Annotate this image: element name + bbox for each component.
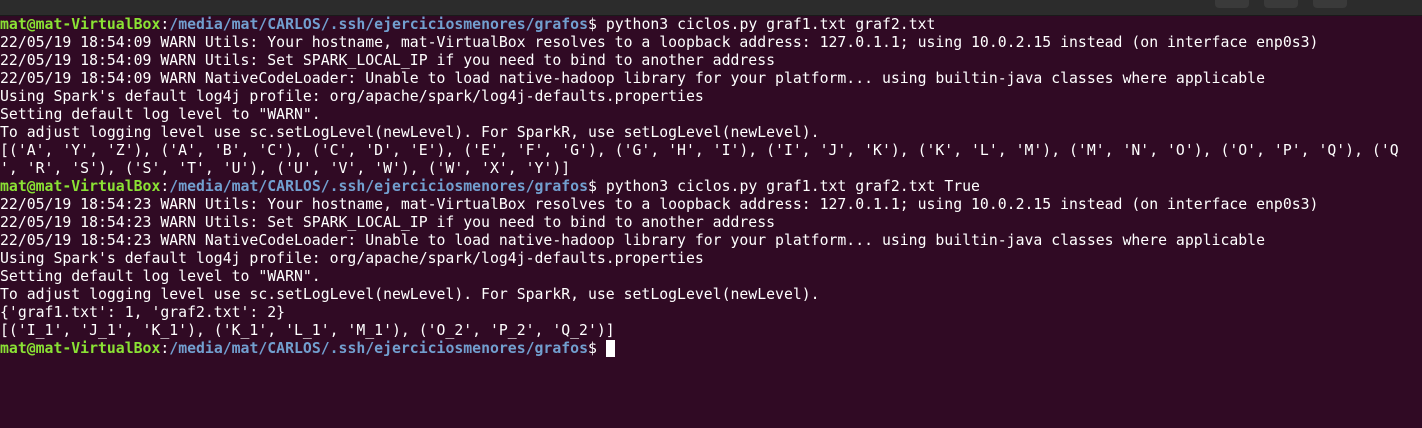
prompt-user-host: mat@mat-VirtualBox	[0, 340, 161, 357]
output-line: 22/05/19 18:54:23 WARN NativeCodeLoader:…	[0, 232, 1266, 249]
prompt-colon: :	[160, 178, 170, 195]
prompt-colon: :	[160, 340, 170, 357]
output-line: Setting default log level to "WARN".	[0, 268, 321, 285]
output-line: To adjust logging level use sc.setLogLev…	[0, 124, 820, 141]
prompt-line: mat@mat-VirtualBox:/media/mat/CARLOS/.ss…	[0, 16, 1414, 34]
output-line: 22/05/19 18:54:09 WARN Utils: Set SPARK_…	[0, 52, 776, 69]
output-line: 22/05/19 18:54:09 WARN NativeCodeLoader:…	[0, 70, 1266, 87]
maximize-button[interactable]	[1264, 0, 1298, 8]
output-line: [('I_1', 'J_1', 'K_1'), ('K_1', 'L_1', '…	[0, 322, 615, 339]
prompt-symbol: $	[587, 16, 597, 33]
prompt-path: /media/mat/CARLOS/.ssh/ejerciciosmenores…	[169, 16, 588, 33]
prompt-colon: :	[160, 16, 170, 33]
output-line: 22/05/19 18:54:23 WARN Utils: Your hostn…	[0, 196, 1319, 213]
text-cursor	[605, 340, 615, 357]
minimize-button[interactable]	[1215, 0, 1249, 8]
prompt-line: mat@mat-VirtualBox:/media/mat/CARLOS/.ss…	[0, 340, 1414, 358]
prompt-path: /media/mat/CARLOS/.ssh/ejerciciosmenores…	[169, 340, 588, 357]
prompt-user-host: mat@mat-VirtualBox	[0, 178, 161, 195]
output-line: {'graf1.txt': 1, 'graf2.txt': 2}	[0, 304, 286, 321]
output-line: 22/05/19 18:54:09 WARN Utils: Your hostn…	[0, 34, 1319, 51]
output-line: Using Spark's default log4j profile: org…	[0, 88, 704, 105]
prompt-line: mat@mat-VirtualBox:/media/mat/CARLOS/.ss…	[0, 178, 1414, 196]
close-button[interactable]	[1313, 0, 1347, 8]
output-line: 22/05/19 18:54:23 WARN Utils: Set SPARK_…	[0, 214, 776, 231]
prompt-symbol: $	[587, 178, 597, 195]
command-text: python3 ciclos.py graf1.txt graf2.txt	[596, 16, 936, 33]
prompt-user-host: mat@mat-VirtualBox	[0, 16, 161, 33]
scrollbar[interactable]	[1414, 16, 1422, 428]
prompt-symbol: $	[587, 340, 597, 357]
prompt-path: /media/mat/CARLOS/.ssh/ejerciciosmenores…	[169, 178, 588, 195]
output-line: Using Spark's default log4j profile: org…	[0, 250, 704, 267]
output-line: ', 'R', 'S'), ('S', 'T', 'U'), ('U', 'V'…	[0, 160, 571, 177]
command-text: python3 ciclos.py graf1.txt graf2.txt Tr…	[596, 178, 980, 195]
terminal-output[interactable]: mat@mat-VirtualBox:/media/mat/CARLOS/.ss…	[0, 16, 1414, 358]
output-line: To adjust logging level use sc.setLogLev…	[0, 286, 820, 303]
output-line: [('A', 'Y', 'Z'), ('A', 'B', 'C'), ('C',…	[0, 142, 1399, 159]
terminal-window[interactable]: mat@mat-VirtualBox:/media/mat/CARLOS/.ss…	[0, 0, 1422, 428]
title-bar	[0, 0, 1422, 16]
command-text	[597, 340, 606, 357]
output-line: Setting default log level to "WARN".	[0, 106, 321, 123]
